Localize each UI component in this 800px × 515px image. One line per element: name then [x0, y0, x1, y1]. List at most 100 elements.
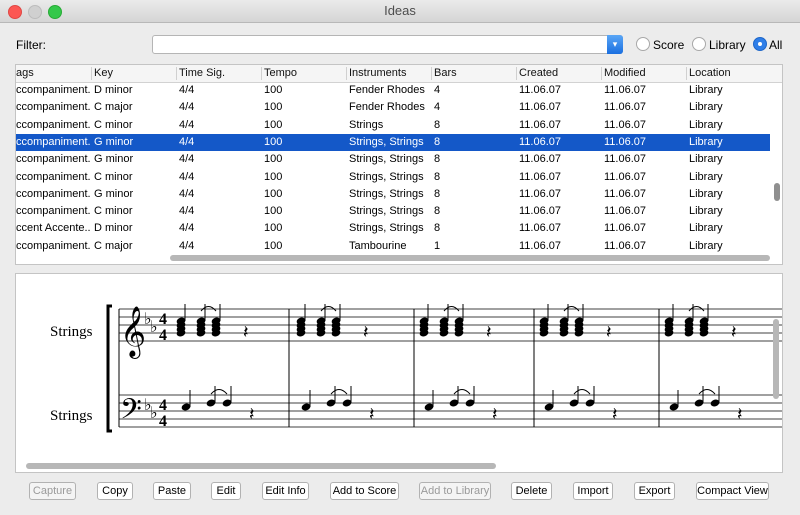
ideas-table[interactable]: ags Key Time Sig. Tempo Instruments Bars…: [15, 64, 783, 265]
column-divider[interactable]: [346, 67, 347, 80]
edit-info-button[interactable]: Edit Info: [262, 482, 309, 500]
cell-key: G minor: [94, 187, 134, 200]
cell-created: 11.06.07: [519, 170, 562, 183]
tie: [698, 389, 716, 395]
add-to-score-button[interactable]: Add to Score: [330, 482, 399, 500]
radio-library-label[interactable]: Library: [709, 38, 746, 52]
cell-location: Library: [689, 135, 723, 148]
cell-timesig: 4/4: [179, 118, 195, 131]
table-row[interactable]: ccompaniment... C minor 4/4 100 Strings, Str…: [16, 203, 770, 220]
cell-tempo: 100: [264, 118, 283, 131]
bass-clef-icon: 𝄢: [120, 393, 142, 433]
cell-tags: ccompaniment...: [16, 153, 90, 166]
filter-combobox[interactable]: ▾: [152, 35, 623, 54]
cell-modified: 11.06.07: [604, 118, 647, 131]
cell-tempo: 100: [264, 135, 283, 148]
cell-modified: 11.06.07: [604, 205, 647, 218]
cell-tempo: 100: [264, 84, 283, 96]
table-vertical-scrollbar[interactable]: [774, 183, 780, 201]
cell-location: Library: [689, 118, 723, 131]
column-header-modified[interactable]: Modified: [604, 67, 646, 79]
cell-created: 11.06.07: [519, 135, 562, 148]
cell-location: Library: [689, 170, 723, 183]
window-title: Ideas: [384, 3, 416, 18]
paste-button[interactable]: Paste: [153, 482, 191, 500]
column-divider[interactable]: [261, 67, 262, 80]
table-row[interactable]: ccompaniment... C major 4/4 100 Tambourine 1 1…: [16, 238, 770, 255]
filter-label: Filter:: [16, 38, 46, 52]
table-row[interactable]: ccompaniment... G minor 4/4 100 Strings, Str…: [16, 133, 770, 151]
cell-modified: 11.06.07: [604, 222, 647, 235]
column-divider[interactable]: [516, 67, 517, 80]
export-button[interactable]: Export: [634, 482, 675, 500]
column-header-key[interactable]: Key: [94, 67, 113, 79]
column-header-location[interactable]: Location: [689, 67, 731, 79]
column-divider[interactable]: [686, 67, 687, 80]
table-row[interactable]: ccompaniment... D minor 4/4 100 Fender Rhode…: [16, 82, 770, 99]
edit-button[interactable]: Edit: [211, 482, 241, 500]
cell-tags: ccompaniment...: [16, 170, 90, 183]
cell-location: Library: [689, 205, 723, 218]
copy-button[interactable]: Copy: [97, 482, 133, 500]
column-divider[interactable]: [176, 67, 177, 80]
tie: [210, 389, 228, 395]
column-divider[interactable]: [91, 67, 92, 80]
add-to-library-button[interactable]: Add to Library: [419, 482, 491, 500]
cell-instruments: Strings, Strings: [349, 170, 424, 183]
column-header-tags[interactable]: ags: [16, 67, 34, 79]
cell-timesig: 4/4: [179, 170, 195, 183]
cell-created: 11.06.07: [519, 205, 562, 218]
cell-tempo: 100: [264, 205, 283, 218]
cell-tags: ccompaniment...: [16, 187, 90, 200]
cell-created: 11.06.07: [519, 101, 562, 114]
cell-tempo: 100: [264, 222, 283, 235]
cell-modified: 11.06.07: [604, 170, 647, 183]
cell-instruments: Strings, Strings: [349, 187, 424, 200]
table-horizontal-scrollbar[interactable]: [170, 255, 770, 261]
system-bracket: [106, 304, 112, 433]
radio-library[interactable]: [692, 37, 706, 51]
cell-key: D minor: [94, 84, 133, 96]
table-row[interactable]: ccompaniment... C major 4/4 100 Fender Rhode…: [16, 99, 770, 116]
quarter-rest-icon: 𝄽: [606, 322, 612, 343]
quarter-rest-icon: 𝄽: [486, 322, 492, 343]
cell-instruments: Strings, Strings: [349, 222, 424, 235]
radio-score[interactable]: [636, 37, 650, 51]
tie: [573, 389, 591, 395]
radio-score-label[interactable]: Score: [653, 38, 684, 52]
table-row[interactable]: ccompaniment... C minor 4/4 100 Strings 8 11.0…: [16, 117, 770, 134]
cell-bars: 4: [434, 84, 441, 96]
score-vertical-scrollbar[interactable]: [773, 319, 779, 399]
delete-button[interactable]: Delete: [511, 482, 552, 500]
score-horizontal-scrollbar[interactable]: [26, 463, 496, 469]
cell-bars: 8: [434, 222, 441, 235]
cell-bars: 1: [434, 239, 441, 252]
column-divider[interactable]: [431, 67, 432, 80]
cell-bars: 4: [434, 101, 441, 114]
cell-timesig: 4/4: [179, 239, 195, 252]
chevron-down-icon[interactable]: ▾: [607, 35, 623, 54]
cell-created: 11.06.07: [519, 153, 562, 166]
capture-button[interactable]: Capture: [29, 482, 76, 500]
cell-timesig: 4/4: [179, 101, 195, 114]
column-header-tempo[interactable]: Tempo: [264, 67, 297, 79]
cell-tags: ccompaniment...: [16, 84, 90, 96]
column-header-time-sig[interactable]: Time Sig.: [179, 67, 225, 79]
column-header-bars[interactable]: Bars: [434, 67, 457, 79]
table-row[interactable]: ccompaniment... G minor 4/4 100 Strings, Str…: [16, 186, 770, 203]
column-header-instruments[interactable]: Instruments: [349, 67, 406, 79]
table-row[interactable]: ccent Accente... D minor 4/4 100 Strings, St…: [16, 220, 770, 237]
import-button[interactable]: Import: [573, 482, 613, 500]
radio-all[interactable]: [753, 37, 767, 51]
bass-staff-lines: [119, 394, 782, 428]
tie: [453, 389, 471, 395]
radio-all-label[interactable]: All: [769, 38, 782, 52]
table-row[interactable]: ccompaniment... C minor 4/4 100 Strings, Str…: [16, 169, 770, 186]
cell-timesig: 4/4: [179, 84, 195, 96]
tie: [330, 389, 348, 395]
compact-view-button[interactable]: Compact View: [696, 482, 769, 500]
column-header-created[interactable]: Created: [519, 67, 558, 79]
column-divider[interactable]: [601, 67, 602, 80]
quarter-rest-icon: 𝄽: [243, 322, 249, 343]
table-row[interactable]: ccompaniment... G minor 4/4 100 Strings, Str…: [16, 151, 770, 168]
